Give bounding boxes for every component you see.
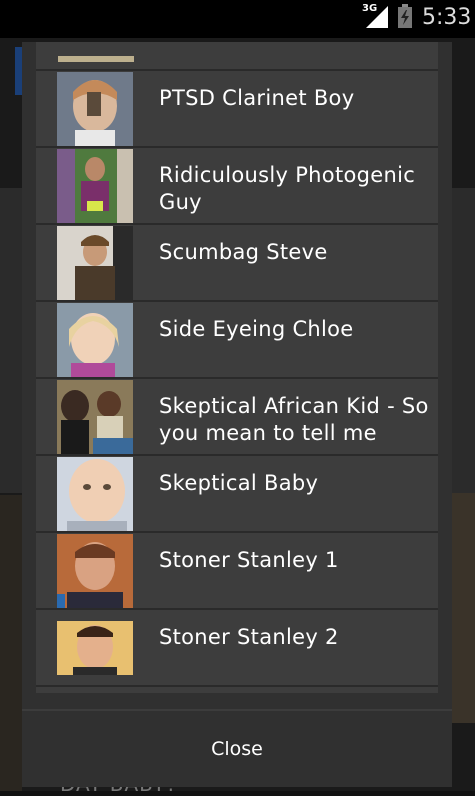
meme-thumbnail: [57, 226, 133, 300]
thumbnail-partial: [58, 56, 134, 62]
background-photo: [450, 493, 475, 723]
list-item[interactable]: Skeptical African Kid - So you mean to t…: [36, 379, 438, 456]
list-item[interactable]: Skeptical Baby: [36, 456, 438, 533]
list-item[interactable]: Ridiculously Photogenic Guy: [36, 148, 438, 225]
signal-icon: [366, 6, 388, 28]
background-image-left: [0, 188, 22, 493]
list-item[interactable]: PTSD Clarinet Boy: [36, 71, 438, 148]
meme-list[interactable]: PTSD Clarinet Boy Ridiculously Photogeni…: [36, 42, 438, 700]
list-item-partial[interactable]: [36, 687, 438, 693]
meme-thumbnail: [57, 611, 133, 685]
meme-thumbnail: [57, 457, 133, 531]
meme-thumbnail: [57, 380, 133, 454]
meme-picker-dialog: PTSD Clarinet Boy Ridiculously Photogeni…: [22, 42, 452, 787]
list-item[interactable]: Stoner Stanley 1: [36, 533, 438, 610]
background-image-right: [450, 188, 475, 493]
background-image-bottom: [0, 495, 22, 791]
close-button[interactable]: Close: [22, 711, 452, 787]
item-label: Stoner Stanley 1: [159, 548, 339, 572]
meme-thumbnail: [57, 534, 133, 608]
list-item[interactable]: Stoner Stanley 2: [36, 610, 438, 687]
list-item[interactable]: Scumbag Steve: [36, 225, 438, 302]
item-label: Skeptical Baby: [159, 471, 319, 495]
meme-thumbnail: [57, 303, 133, 377]
item-label: Skeptical African Kid - So you mean to t…: [159, 394, 429, 445]
item-label: Ridiculously Photogenic Guy: [159, 163, 416, 214]
status-bar: 3G 5:33: [0, 0, 475, 38]
item-label: PTSD Clarinet Boy: [159, 86, 355, 110]
item-label: Side Eyeing Chloe: [159, 317, 354, 341]
item-label: Stoner Stanley 2: [159, 625, 339, 649]
list-item-partial[interactable]: [36, 42, 438, 71]
battery-charging-icon: [398, 4, 412, 28]
meme-thumbnail: [57, 72, 133, 146]
clock: 5:33: [422, 5, 472, 30]
item-label: Scumbag Steve: [159, 240, 328, 264]
meme-thumbnail: [57, 149, 133, 223]
list-item[interactable]: Side Eyeing Chloe: [36, 302, 438, 379]
